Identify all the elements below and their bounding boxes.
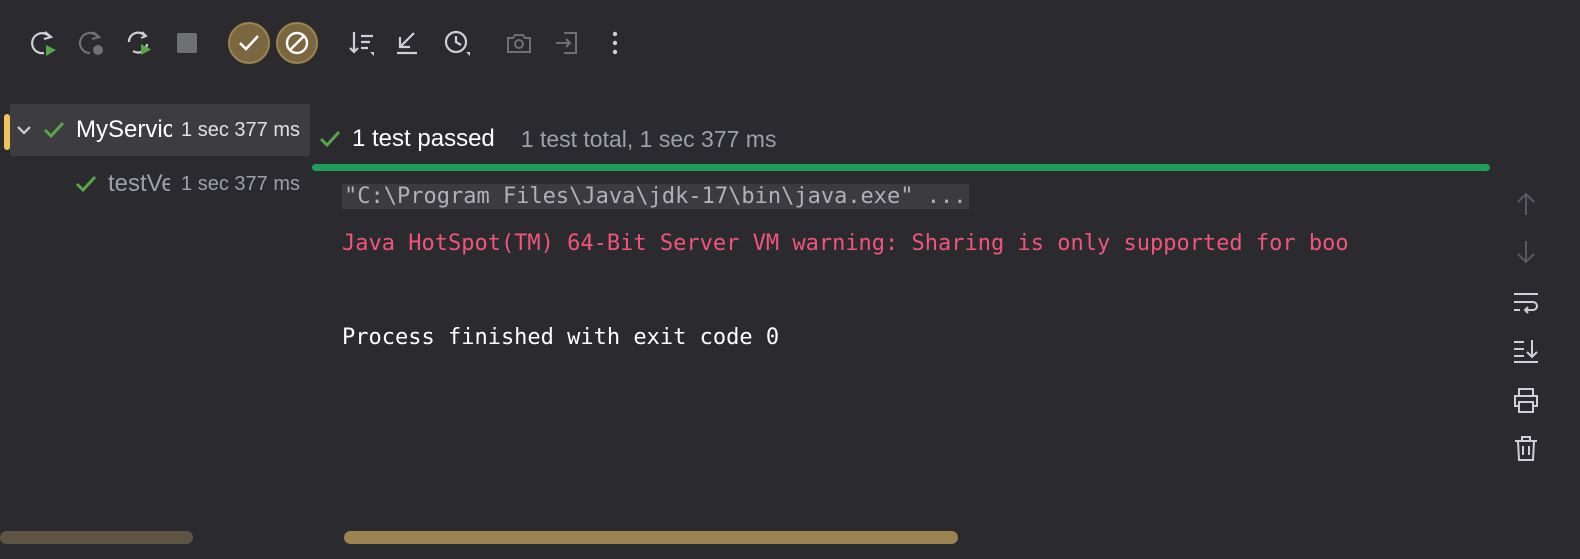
sort-icon [349,32,374,56]
test-runner-toolbar [0,0,1580,88]
print-button[interactable] [1504,378,1548,422]
console-error-line: Java HotSpot(TM) 64-Bit Server VM warnin… [342,231,1349,256]
clear-all-button[interactable] [1504,426,1548,470]
screenshot-button[interactable] [498,22,540,64]
rerun-failed-icon [78,31,103,55]
down-arrow-icon [1517,241,1535,264]
more-button[interactable] [594,22,636,64]
checkmark-icon [239,35,259,51]
show-ignored-toggle[interactable] [276,22,318,64]
collapse-icon [397,32,417,55]
tree-item-duration: 1 sec 377 ms [181,173,300,195]
tree-item-label: MyServic [76,116,172,143]
rerun-button[interactable] [22,22,64,64]
scroll-to-end-icon [1514,340,1538,363]
selection-marker [4,114,10,150]
status-summary: 1 test total, 1 sec 377 ms [520,125,777,152]
soft-wrap-icon [1514,293,1538,314]
tree-horizontal-scrollbar[interactable] [0,531,193,544]
passed-check-icon [319,130,341,148]
tree-item-label: testVe [108,170,170,197]
chevron-down-icon[interactable] [14,120,34,140]
passed-check-icon [43,121,65,139]
test-history-button[interactable] [436,22,478,64]
toggle-auto-test-button[interactable] [118,22,160,64]
camera-icon [507,34,531,53]
test-status-header: 1 test passed 1 test total, 1 sec 377 ms [318,118,776,160]
up-arrow-icon [1517,192,1535,215]
previous-occurrence-button[interactable] [1504,182,1548,226]
sort-button[interactable] [340,22,382,64]
console-output[interactable]: "C:\Program Files\Java\jdk-17\bin\java.e… [342,172,1472,512]
import-tests-button[interactable] [546,22,588,64]
stop-button[interactable] [166,22,208,64]
ignored-icon [285,31,309,55]
rerun-failed-button[interactable] [70,22,112,64]
show-passed-toggle[interactable] [228,22,270,64]
soft-wrap-button[interactable] [1504,280,1548,324]
collapse-button[interactable] [386,22,428,64]
toggle-auto-test-icon [127,31,151,55]
print-icon [1514,388,1538,413]
console-exit-line: Process finished with exit code 0 [342,325,780,350]
import-icon [556,32,577,54]
next-occurrence-button[interactable] [1504,230,1548,274]
console-horizontal-scrollbar[interactable] [344,531,958,544]
tree-item-duration: 1 sec 377 ms [181,119,300,141]
tree-item-suite[interactable]: MyServic 1 sec 377 ms [4,104,310,156]
test-progress-bar [312,164,1490,171]
status-title: 1 test passed [352,125,495,152]
trash-icon [1515,436,1537,461]
passed-check-icon [75,175,97,193]
more-icon [612,31,618,55]
stop-icon [177,33,197,53]
rerun-icon [31,31,56,56]
history-icon [444,30,470,56]
tree-item-test[interactable]: testVe 1 sec 377 ms [10,158,310,210]
console-command-line[interactable]: "C:\Program Files\Java\jdk-17\bin\java.e… [342,184,969,209]
scroll-to-end-button[interactable] [1504,328,1548,372]
test-tree: MyServic 1 sec 377 ms testVe 1 sec 377 m… [0,100,310,520]
